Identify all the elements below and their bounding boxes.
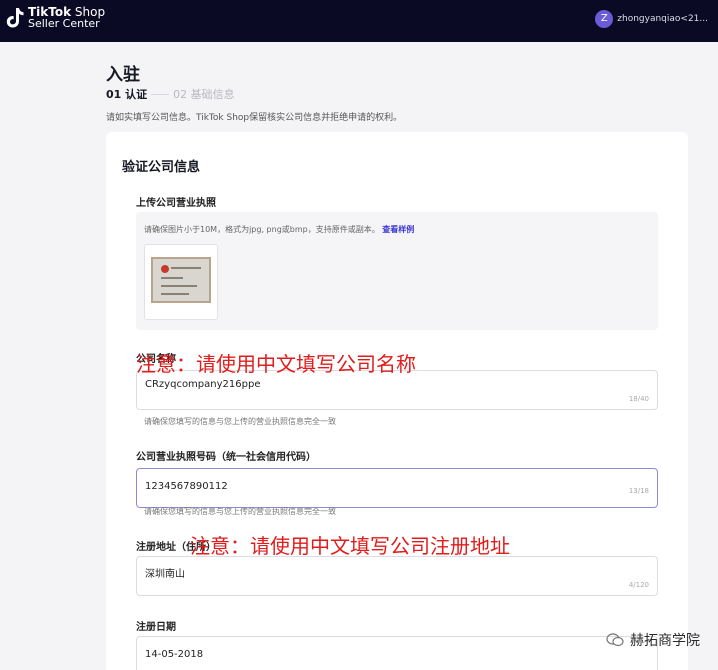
top-navigation-bar: TikTok Shop Seller Center Z zhongyanqiao… <box>0 0 718 42</box>
wechat-watermark: 赫拓商学院 <box>606 630 700 650</box>
registration-date-value: 14-05-2018 <box>145 649 204 660</box>
seal-icon <box>161 265 169 273</box>
avatar: Z <box>595 10 614 28</box>
annotation-company-name: 注意：请使用中文填写公司名称 <box>136 352 416 376</box>
registered-address-input[interactable]: 深圳南山 4/120 <box>136 556 658 596</box>
uploaded-license-thumbnail[interactable] <box>144 244 218 320</box>
registration-date-label: 注册日期 <box>136 622 176 633</box>
company-name-helper: 请确保您填写的信息与您上传的营业执照信息完全一致 <box>144 417 336 426</box>
license-image <box>151 257 211 303</box>
page-title: 入驻 <box>106 65 140 85</box>
annotation-company-address: 注意：请使用中文填写公司注册地址 <box>190 534 510 558</box>
license-number-helper: 请确保您填写的信息与您上传的营业执照信息完全一致 <box>144 507 336 516</box>
doc-line <box>171 267 201 269</box>
license-number-input[interactable]: 1234567890112 13/18 <box>136 468 658 508</box>
logo-subtitle: Seller Center <box>28 17 100 30</box>
upload-hint: 请确保图片小于10M，格式为jpg, png或bmp，支持原件或副本。 查看样例 <box>144 224 414 235</box>
doc-line <box>161 285 197 287</box>
registered-address-counter: 4/120 <box>628 581 649 589</box>
company-verification-card: 验证公司信息 上传公司营业执照 请确保图片小于10M，格式为jpg, png或b… <box>106 132 688 670</box>
step-divider <box>151 93 170 95</box>
company-name-counter: 18/40 <box>628 395 649 403</box>
watermark-text: 赫拓商学院 <box>630 633 700 649</box>
doc-line <box>161 277 183 279</box>
card-title: 验证公司信息 <box>122 160 201 175</box>
license-number-counter: 13/18 <box>628 487 649 495</box>
license-number-value: 1234567890112 <box>145 481 228 492</box>
step-basic-info: 02 基础信息 <box>173 88 235 101</box>
user-menu[interactable]: Z zhongyanqiao<21... <box>595 10 708 28</box>
license-number-label: 公司营业执照号码（统一社会信用代码） <box>136 452 316 463</box>
registration-date-picker[interactable]: 14-05-2018 <box>136 636 658 670</box>
upload-license-label: 上传公司营业执照 <box>136 198 216 209</box>
view-example-link[interactable]: 查看样例 <box>382 225 414 234</box>
company-name-value: CRzyqcompany216ppe <box>145 379 261 390</box>
page-notice: 请如实填写公司信息。TikTok Shop保留核实公司信息并拒绝申请的权利。 <box>106 113 403 123</box>
wechat-icon <box>606 633 624 647</box>
step-indicator: 01 认证 02 基础信息 <box>106 86 235 102</box>
username: zhongyanqiao<21... <box>617 14 708 24</box>
step-verification: 01 认证 <box>106 88 148 101</box>
upload-license-area[interactable]: 请确保图片小于10M，格式为jpg, png或bmp，支持原件或副本。 查看样例 <box>136 212 658 330</box>
upload-hint-text: 请确保图片小于10M，格式为jpg, png或bmp，支持原件或副本。 <box>144 225 380 234</box>
registered-address-value: 深圳南山 <box>145 569 185 580</box>
tiktok-logo-icon <box>6 7 24 29</box>
tiktok-shop-logo[interactable]: TikTok Shop Seller Center <box>6 6 105 30</box>
doc-line <box>161 293 189 295</box>
